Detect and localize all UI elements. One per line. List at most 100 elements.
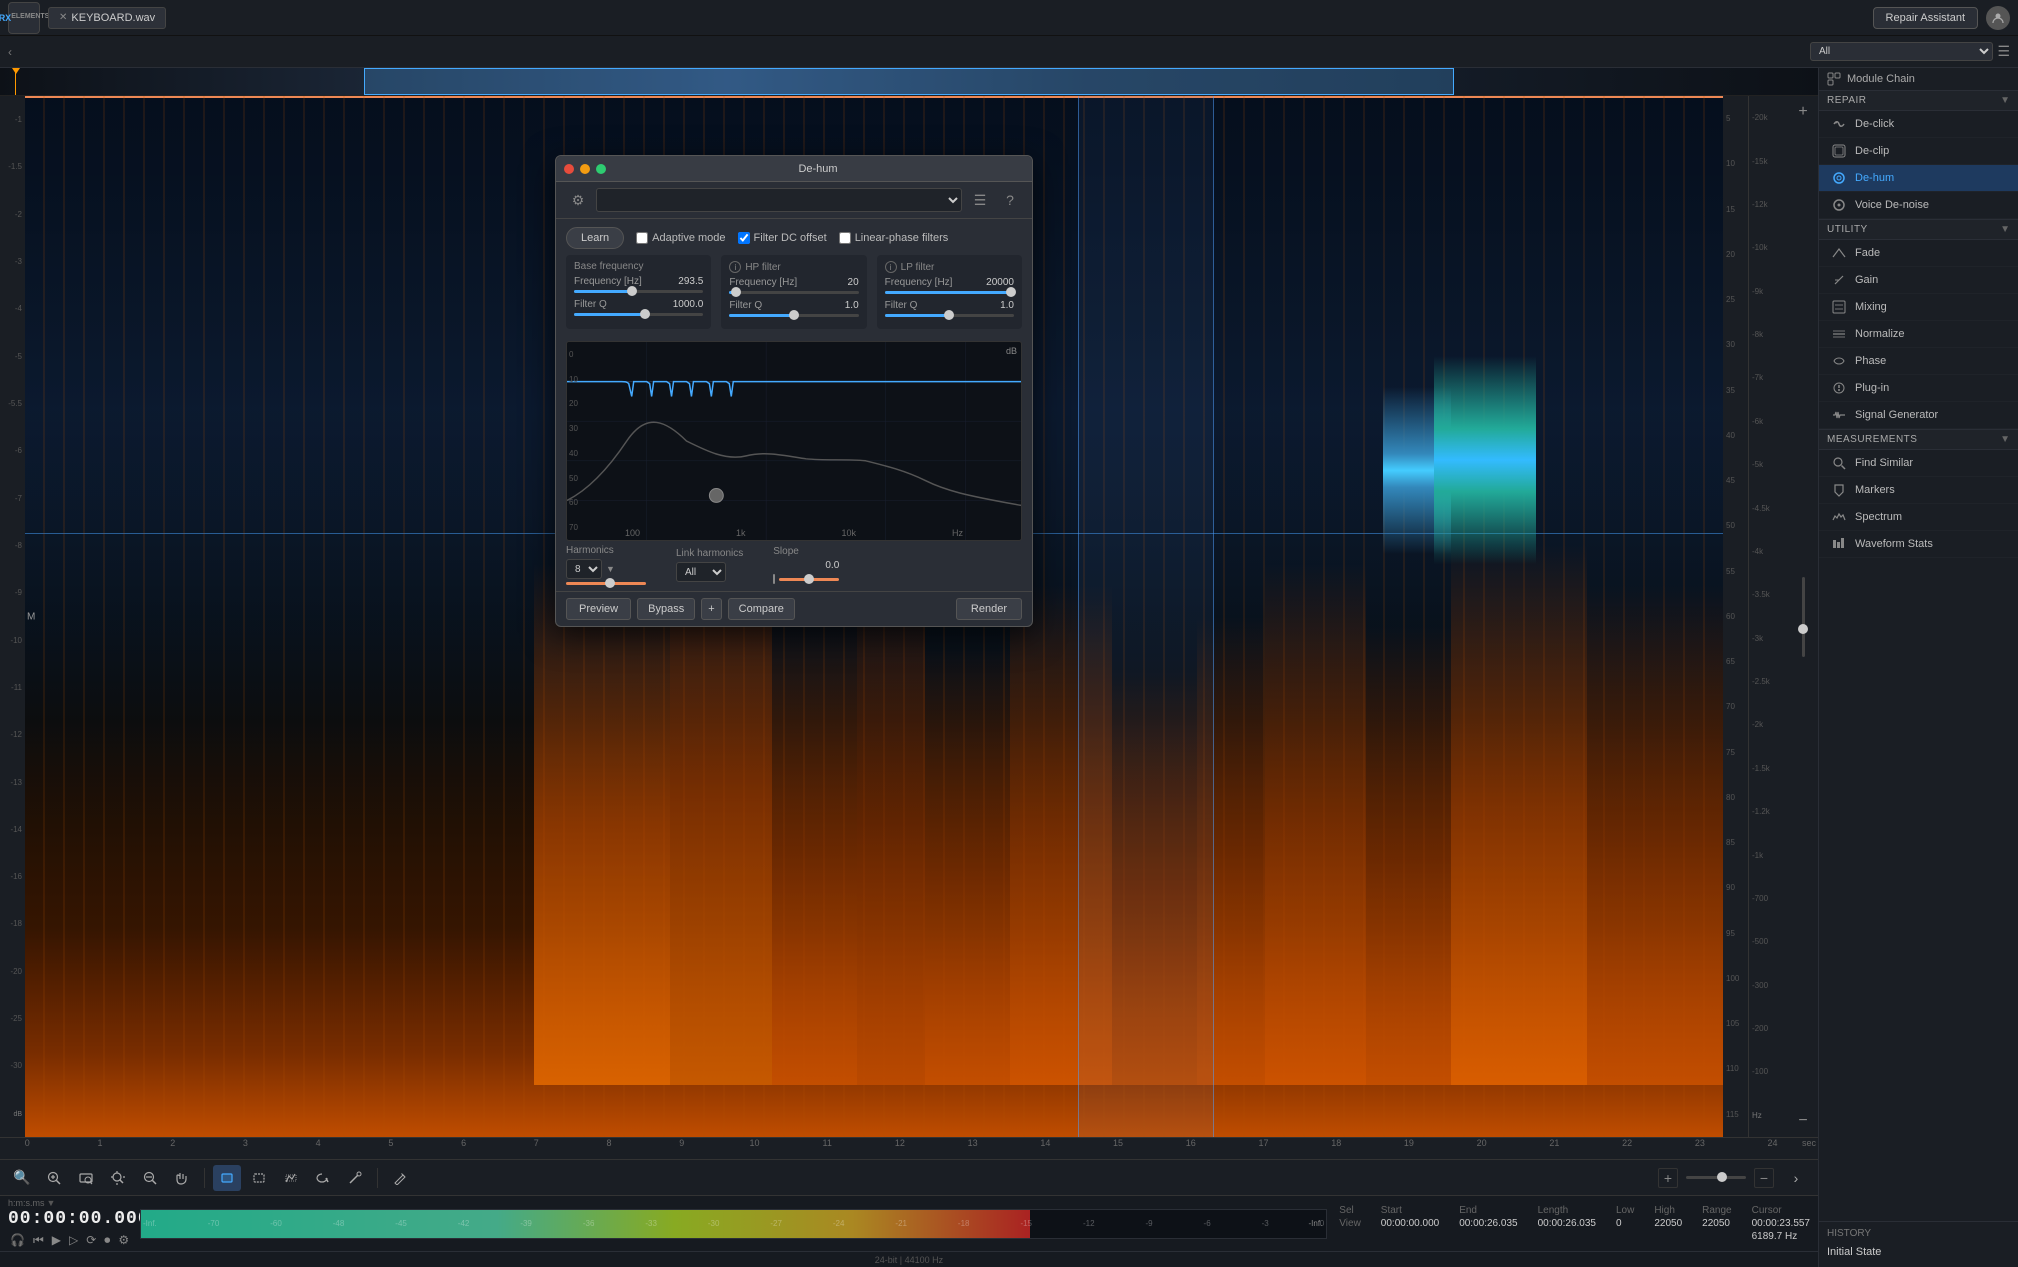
panel-item-mixing[interactable]: Mixing <box>1819 294 2018 321</box>
user-menu-icon[interactable] <box>1986 6 2010 30</box>
adaptive-mode-checkbox[interactable] <box>636 232 648 244</box>
lp-filterq-value[interactable]: 1.0 <box>974 300 1014 311</box>
measurements-section-header[interactable]: Measurements ▼ <box>1819 429 2018 450</box>
waveform-overview[interactable] <box>0 68 1818 96</box>
harmonics-select[interactable]: 8 <box>566 559 602 579</box>
panel-item-declip[interactable]: De-clip <box>1819 138 2018 165</box>
panel-item-spectrum[interactable]: Spectrum <box>1819 504 2018 531</box>
zoom-selection-button[interactable] <box>72 1165 100 1191</box>
select-time-button[interactable] <box>213 1165 241 1191</box>
eq-display[interactable]: dB 0 10 20 30 40 50 60 70 100 1k 10k Hz <box>566 341 1022 541</box>
zoom-reset-button[interactable] <box>136 1165 164 1191</box>
base-filterq-thumb[interactable] <box>640 309 650 319</box>
headphone-button[interactable]: 🎧 <box>8 1231 27 1249</box>
zoom-in-freq-button[interactable]: + <box>1798 104 1807 120</box>
filter-dc-offset-label[interactable]: Filter DC offset <box>738 232 827 244</box>
tab-close-icon[interactable]: ✕ <box>59 12 67 23</box>
panel-item-gain[interactable]: Gain <box>1819 267 2018 294</box>
learn-button[interactable]: Learn <box>566 227 624 249</box>
preset-dropdown[interactable] <box>596 188 962 212</box>
filter-all-select[interactable]: All <box>1810 42 1993 61</box>
panel-menu-button[interactable]: ☰ <box>1997 43 2010 60</box>
linear-phase-label[interactable]: Linear-phase filters <box>839 232 949 244</box>
magic-wand-button[interactable] <box>341 1165 369 1191</box>
lp-info-icon[interactable]: i <box>885 261 897 273</box>
hand-tool-button[interactable] <box>168 1165 196 1191</box>
hp-filterq-value[interactable]: 1.0 <box>819 300 859 311</box>
zoom-out-freq-button[interactable]: − <box>1798 1113 1807 1129</box>
panel-item-normalize[interactable]: Normalize <box>1819 321 2018 348</box>
slope-slider[interactable] <box>779 578 839 581</box>
slope-thumb[interactable] <box>804 574 814 584</box>
panel-item-dehum[interactable]: De-hum <box>1819 165 2018 192</box>
history-initial-state[interactable]: Initial State <box>1827 1243 2010 1261</box>
zoom-in-time-button[interactable] <box>40 1165 68 1191</box>
play-button[interactable]: ▶ <box>50 1231 63 1249</box>
lp-freq-thumb[interactable] <box>1006 287 1016 297</box>
linear-phase-checkbox[interactable] <box>839 232 851 244</box>
file-tab[interactable]: ✕ KEYBOARD.wav <box>48 7 166 29</box>
overview-selection[interactable] <box>364 68 1455 95</box>
dialog-settings-icon[interactable]: ⚙ <box>566 188 590 212</box>
utility-section-header[interactable]: Utility ▼ <box>1819 219 2018 240</box>
panel-item-declick[interactable]: De-click <box>1819 111 2018 138</box>
h-zoom-out-button[interactable]: − <box>1754 1168 1774 1188</box>
panel-item-voice-denoise[interactable]: Voice De-noise <box>1819 192 2018 219</box>
dialog-help-button[interactable]: ? <box>998 188 1022 212</box>
panel-item-fade[interactable]: Fade <box>1819 240 2018 267</box>
harmonics-slider[interactable] <box>566 582 646 585</box>
hp-freq-slider[interactable] <box>729 291 858 294</box>
panel-item-waveform-stats[interactable]: Waveform Stats <box>1819 531 2018 558</box>
slope-decrease-btn[interactable] <box>773 574 775 584</box>
format-dropdown-arrow[interactable]: ▼ <box>47 1198 56 1208</box>
lp-freq-slider[interactable] <box>885 291 1014 294</box>
hp-filterq-thumb[interactable] <box>789 310 799 320</box>
base-freq-slider[interactable] <box>574 290 703 293</box>
plus-button[interactable]: + <box>701 598 721 620</box>
base-freq-thumb[interactable] <box>627 286 637 296</box>
lp-filterq-thumb[interactable] <box>944 310 954 320</box>
filter-dc-offset-checkbox[interactable] <box>738 232 750 244</box>
zoom-fit-button[interactable] <box>104 1165 132 1191</box>
panel-item-plugin[interactable]: Plug-in <box>1819 375 2018 402</box>
base-freq-value[interactable]: 293.5 <box>663 276 703 287</box>
lp-filterq-slider[interactable] <box>885 314 1014 317</box>
lp-freq-value[interactable]: 20000 <box>974 277 1014 288</box>
preview-button[interactable]: Preview <box>566 598 631 620</box>
harmonics-thumb[interactable] <box>605 578 615 588</box>
repair-assistant-button[interactable]: Repair Assistant <box>1873 7 1978 29</box>
play-selection-button[interactable]: ▷ <box>67 1231 80 1249</box>
go-start-button[interactable]: ⏮ <box>31 1231 46 1250</box>
hp-info-icon[interactable]: i <box>729 261 741 273</box>
h-zoom-slider[interactable] <box>1686 1176 1746 1179</box>
settings-button[interactable]: ⚙ <box>116 1231 131 1249</box>
tl-yellow[interactable] <box>580 164 590 174</box>
hp-freq-value[interactable]: 20 <box>819 277 859 288</box>
zoom-out-time-button[interactable]: 🔍 <box>8 1165 36 1191</box>
panel-item-phase[interactable]: Phase <box>1819 348 2018 375</box>
base-filterq-slider[interactable] <box>574 313 703 316</box>
panel-item-markers[interactable]: Markers <box>1819 477 2018 504</box>
panel-item-find-similar[interactable]: Find Similar <box>1819 450 2018 477</box>
expand-panel-button[interactable]: › <box>1782 1165 1810 1191</box>
lasso-button[interactable] <box>309 1165 337 1191</box>
select-freq-button[interactable] <box>245 1165 273 1191</box>
record-button[interactable]: ⏺ <box>102 1231 112 1250</box>
hp-freq-thumb[interactable] <box>731 287 741 297</box>
pencil-button[interactable] <box>386 1165 414 1191</box>
adaptive-mode-label[interactable]: Adaptive mode <box>636 232 725 244</box>
base-filterq-value[interactable]: 1000.0 <box>663 299 703 310</box>
tl-red[interactable] <box>564 164 574 174</box>
selection-region[interactable] <box>1078 96 1214 1137</box>
loop-button[interactable]: ⟳ <box>84 1231 98 1249</box>
harmonics-dropdown-arrow[interactable]: ▼ <box>606 564 615 574</box>
repair-section-header[interactable]: Repair ▼ <box>1819 91 2018 111</box>
dialog-menu-button[interactable]: ☰ <box>968 188 992 212</box>
tl-green[interactable] <box>596 164 606 174</box>
h-zoom-thumb[interactable] <box>1717 1172 1727 1182</box>
compare-button[interactable]: Compare <box>728 598 795 620</box>
vertical-zoom-thumb[interactable] <box>1798 624 1808 634</box>
link-harmonics-select[interactable]: All <box>676 562 726 582</box>
h-zoom-in-button[interactable]: + <box>1658 1168 1678 1188</box>
slope-value[interactable]: 0.0 <box>773 560 839 571</box>
